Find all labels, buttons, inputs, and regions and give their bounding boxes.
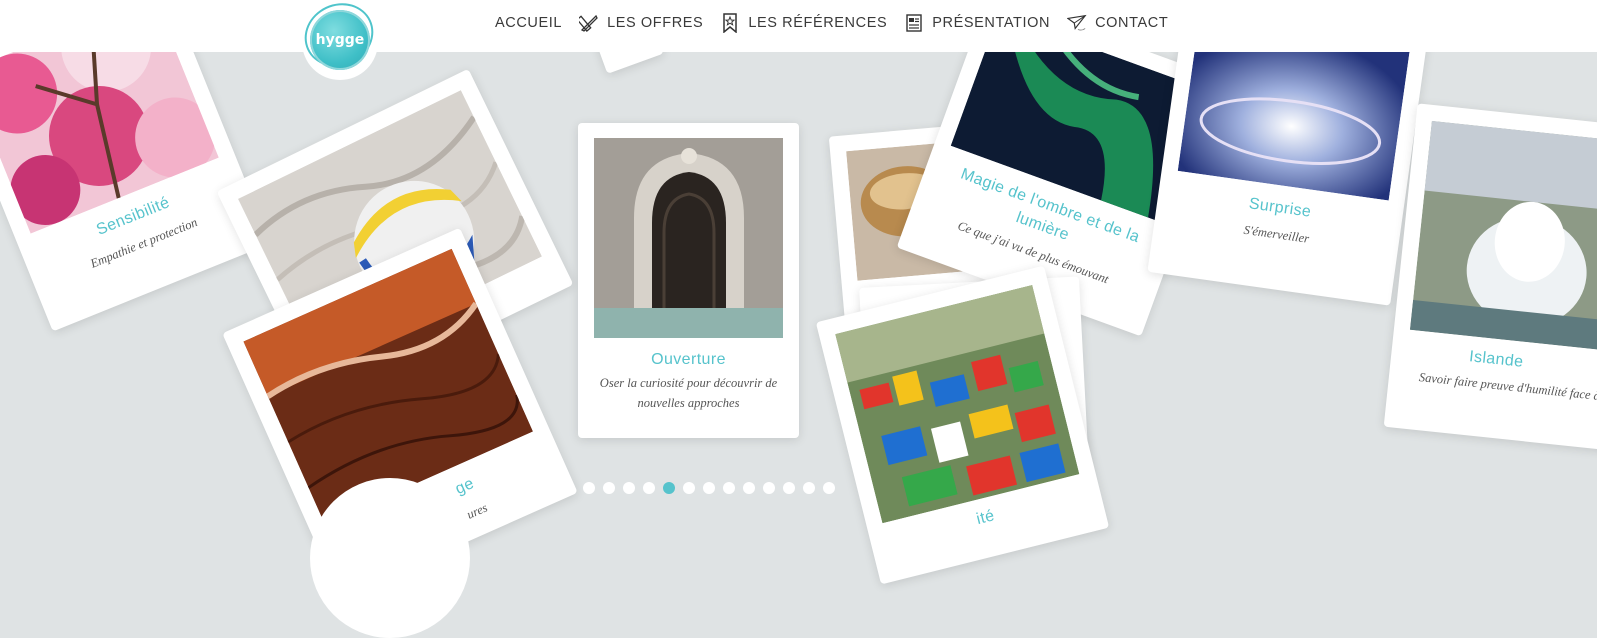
nav-offres[interactable]: LES OFFRES xyxy=(579,13,703,33)
logo-text: hygge xyxy=(315,32,365,48)
slider-dot[interactable] xyxy=(823,482,835,494)
nav-accueil-label: ACCUEIL xyxy=(495,15,563,31)
slider-dot[interactable] xyxy=(703,482,715,494)
slider-dot[interactable] xyxy=(563,482,575,494)
nav-presentation-label: PRÉSENTATION xyxy=(932,15,1051,31)
nav-offres-label: LES OFFRES xyxy=(607,15,704,31)
pencil-ruler-icon xyxy=(579,14,598,32)
slider-dot[interactable] xyxy=(643,482,655,494)
slider-dot[interactable] xyxy=(783,482,795,494)
card-lego-photo xyxy=(835,284,1080,524)
slider-dot[interactable] xyxy=(603,482,615,494)
card-ouverture[interactable]: Ouverture Oser la curiosité pour découvr… xyxy=(578,123,799,438)
nav-references-label: LES RÉFÉRENCES xyxy=(748,15,888,31)
paper-plane-icon xyxy=(1067,14,1087,31)
slider-dot[interactable] xyxy=(583,482,595,494)
card-islande[interactable]: Islande Savoir faire preuve d'humilité f… xyxy=(1383,103,1597,452)
newspaper-icon xyxy=(906,14,922,32)
nav-accueil[interactable]: ACCUEIL xyxy=(495,15,562,31)
slider-dot[interactable] xyxy=(723,482,735,494)
bottom-circle-fragment xyxy=(310,478,470,638)
slider-dot[interactable] xyxy=(623,482,635,494)
slider-dot[interactable] xyxy=(663,482,675,494)
slider-dot[interactable] xyxy=(743,482,755,494)
slider-dot[interactable] xyxy=(803,482,815,494)
nav-references[interactable]: LES RÉFÉRENCES xyxy=(720,13,887,33)
card-islande-photo xyxy=(1409,120,1597,352)
slider-dot[interactable] xyxy=(543,482,555,494)
card-ouverture-photo xyxy=(594,138,783,338)
bookmark-star-icon xyxy=(723,13,738,33)
slider-dot[interactable] xyxy=(763,482,775,494)
nav-presentation[interactable]: PRÉSENTATION xyxy=(904,13,1050,33)
logo-badge[interactable]: hygge xyxy=(294,0,384,80)
nav-contact-label: CONTACT xyxy=(1095,15,1169,31)
slider-pagination xyxy=(543,482,835,494)
main-nav: ACCUEIL LES OFFRES LES RÉFÉRENCES PRÉSEN… xyxy=(495,0,1185,46)
slider-dot[interactable] xyxy=(683,482,695,494)
hygge-logo[interactable]: hygge xyxy=(310,10,370,70)
card-ouverture-subtitle: Oser la curiosité pour découvrir de nouv… xyxy=(599,376,778,410)
card-ouverture-title: Ouverture xyxy=(651,351,726,368)
nav-contact[interactable]: CONTACT xyxy=(1067,13,1168,33)
